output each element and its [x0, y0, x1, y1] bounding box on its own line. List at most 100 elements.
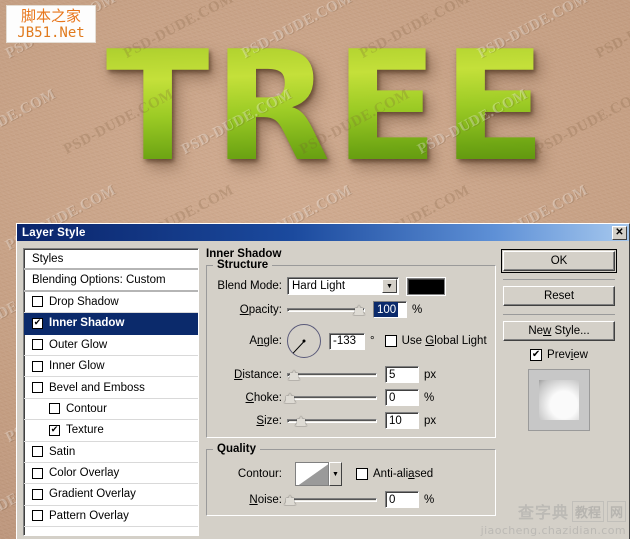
checkbox-gradient-overlay[interactable]	[32, 488, 43, 500]
styles-list-header[interactable]: Styles	[24, 249, 198, 271]
size-unit: px	[424, 414, 437, 427]
style-item-label: Color Overlay	[49, 467, 120, 480]
noise-row: Noise: 0 %	[215, 491, 487, 508]
anti-aliased-checkbox[interactable]	[356, 468, 368, 480]
structure-legend: Structure	[213, 259, 273, 271]
contour-curve-icon	[296, 463, 328, 485]
ok-button[interactable]: OK	[501, 249, 617, 273]
size-input[interactable]: 10	[385, 412, 419, 429]
checkbox-color-overlay[interactable]	[32, 467, 43, 479]
dialog-titlebar[interactable]: Layer Style ✕	[17, 224, 629, 241]
noise-slider-thumb[interactable]	[284, 494, 296, 505]
choke-slider-thumb[interactable]	[284, 392, 296, 403]
checkbox-inner-shadow[interactable]: ✔	[32, 317, 43, 329]
checkbox-contour[interactable]	[49, 403, 60, 415]
size-label: ize:	[264, 414, 282, 427]
noise-slider[interactable]	[284, 494, 377, 506]
sidebar-item-gradient-overlay[interactable]: Gradient Overlay	[24, 484, 198, 506]
angle-dial-hand	[292, 341, 305, 354]
size-slider-thumb[interactable]	[295, 415, 307, 426]
blend-mode-value: Hard Light	[292, 280, 346, 292]
close-icon[interactable]: ✕	[612, 225, 627, 240]
jb51-logo-cn: 脚本之家	[20, 6, 81, 25]
noise-slider-track	[287, 497, 377, 502]
opacity-value: 100	[374, 302, 399, 317]
sidebar-item-contour[interactable]: Contour	[24, 399, 198, 421]
use-global-light-label-b: lobal Light	[434, 335, 487, 347]
reset-button[interactable]: Reset	[503, 286, 615, 306]
preview-label-b: ew	[573, 349, 588, 361]
sidebar-item-color-overlay[interactable]: Color Overlay	[24, 463, 198, 485]
contour-swatch[interactable]	[295, 462, 329, 486]
sidebar-item-inner-shadow[interactable]: ✔ Inner Shadow	[24, 313, 198, 335]
opacity-slider[interactable]	[287, 304, 365, 316]
opacity-input[interactable]: 100	[373, 301, 407, 318]
chevron-down-icon[interactable]: ▼	[382, 279, 397, 293]
distance-input[interactable]: 5	[385, 366, 419, 383]
size-label-accel: S	[256, 414, 265, 427]
angle-dial[interactable]	[287, 324, 321, 358]
sidebar-item-bevel-and-emboss[interactable]: Bevel and Emboss	[24, 377, 198, 399]
sidebar-item-drop-shadow[interactable]: Drop Shadow	[24, 292, 198, 314]
sidebar-item-satin[interactable]: Satin	[24, 442, 198, 463]
sidebar-item-pattern-overlay[interactable]: Pattern Overlay	[24, 506, 198, 528]
checkbox-inner-glow[interactable]	[32, 360, 43, 372]
choke-input[interactable]: 0	[385, 389, 419, 406]
blend-mode-select[interactable]: Hard Light ▼	[287, 277, 399, 295]
choke-unit: %	[424, 391, 435, 404]
checkbox-pattern-overlay[interactable]	[32, 510, 43, 522]
shadow-color-swatch[interactable]	[407, 277, 445, 295]
sidebar-item-texture[interactable]: ✔ Texture	[24, 420, 198, 442]
noise-input[interactable]: 0	[385, 491, 419, 508]
size-value: 10	[389, 414, 402, 427]
size-slider[interactable]	[287, 415, 377, 427]
contour-label: Contour:	[237, 468, 282, 480]
new-style-button[interactable]: Ne w Style...	[503, 321, 615, 341]
opacity-slider-thumb[interactable]	[353, 304, 365, 315]
choke-value: 0	[389, 391, 396, 404]
jb51-logo-en: JB51.Net	[17, 24, 85, 41]
opacity-row: Opacity: 100 %	[215, 301, 487, 318]
style-item-label: Inner Glow	[49, 360, 105, 373]
use-global-light-label-a: Use	[401, 335, 426, 347]
angle-label-rest: gle:	[263, 335, 282, 347]
style-item-label: Contour	[66, 402, 107, 415]
checkbox-drop-shadow[interactable]	[32, 296, 43, 308]
style-item-label: Satin	[49, 445, 76, 458]
dialog-body: Styles Blending Options: Custom Drop Sha…	[17, 241, 629, 539]
styles-header-label: Styles	[32, 252, 64, 265]
style-item-label: Pattern Overlay	[49, 509, 129, 522]
sidebar-item-blending-options[interactable]: Blending Options: Custom	[24, 270, 198, 292]
distance-row: Distance: 5 px	[215, 366, 487, 383]
style-item-label: Bevel and Emboss	[49, 381, 145, 394]
sidebar-item-outer-glow[interactable]: Outer Glow	[24, 335, 198, 356]
choke-label: hoke:	[253, 391, 282, 404]
use-global-light-checkbox[interactable]	[384, 335, 397, 347]
styles-list[interactable]: Styles Blending Options: Custom Drop Sha…	[23, 248, 199, 536]
opacity-unit: %	[412, 303, 423, 316]
distance-slider-thumb[interactable]	[288, 369, 300, 380]
angle-input[interactable]: -133	[329, 332, 365, 350]
checkbox-bevel-and-emboss[interactable]	[32, 382, 43, 394]
distance-value: 5	[389, 368, 396, 381]
new-style-label-accel: w	[543, 325, 552, 337]
contour-chevron-down-icon[interactable]: ▼	[329, 462, 342, 486]
preview-row[interactable]: ✔ Preview	[503, 349, 615, 361]
preview-checkbox[interactable]: ✔	[530, 349, 543, 361]
anti-aliased-label-a: Anti-ali	[373, 468, 409, 480]
checkbox-outer-glow[interactable]	[32, 339, 43, 351]
angle-label: A	[249, 335, 258, 347]
choke-slider[interactable]	[284, 392, 377, 404]
checkbox-texture[interactable]: ✔	[49, 424, 60, 436]
noise-value: 0	[389, 493, 396, 506]
styles-column: Styles Blending Options: Custom Drop Sha…	[23, 248, 199, 536]
distance-slider[interactable]	[287, 369, 377, 381]
style-item-label: Inner Shadow	[49, 317, 125, 330]
noise-label-accel: N	[249, 493, 258, 506]
noise-unit: %	[424, 493, 435, 506]
choke-slider-track	[287, 395, 377, 400]
style-item-label: Texture	[66, 424, 104, 437]
structure-group: Structure Blend Mode: Hard Light ▼ Opaci…	[206, 259, 496, 438]
sidebar-item-inner-glow[interactable]: Inner Glow	[24, 356, 198, 378]
checkbox-satin[interactable]	[32, 446, 43, 458]
